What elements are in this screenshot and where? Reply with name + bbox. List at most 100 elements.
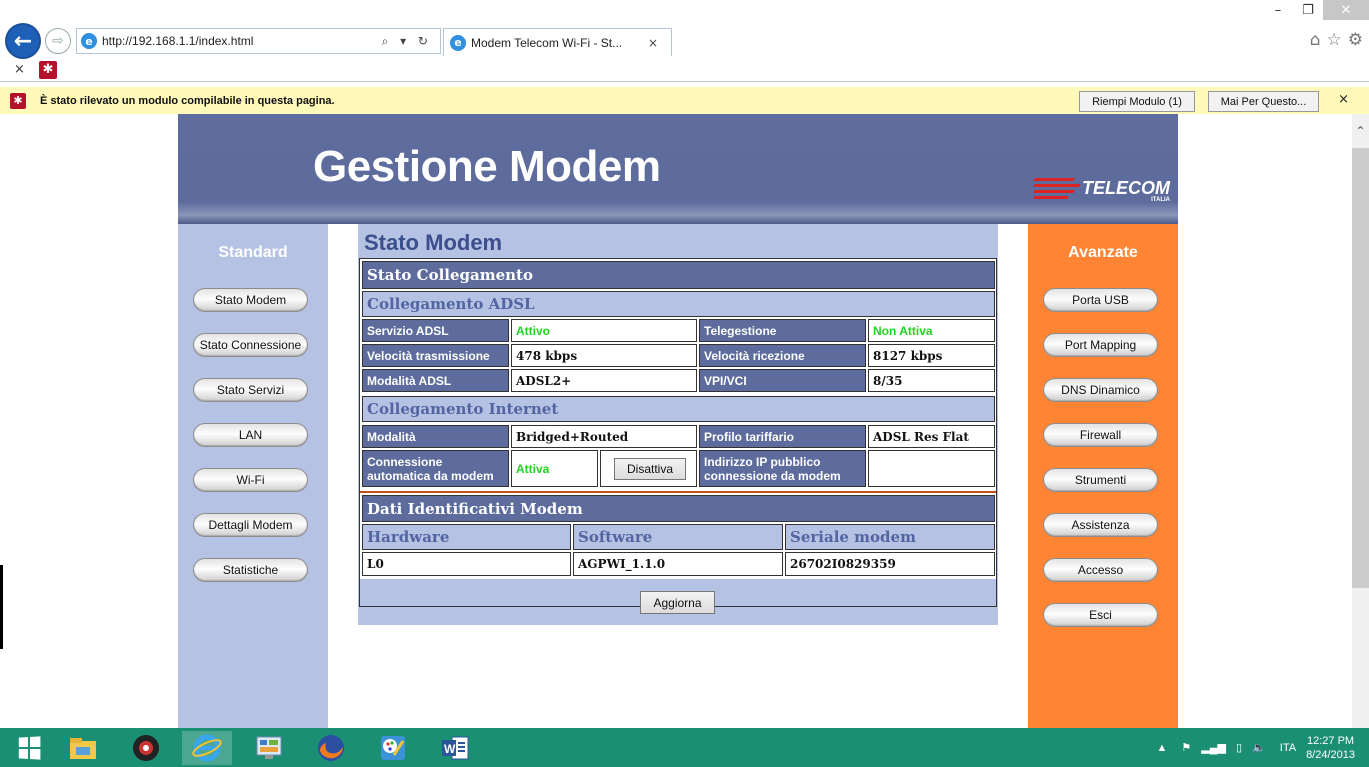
serial-value: 26702I0829359 xyxy=(785,552,995,576)
taskbar-paint[interactable] xyxy=(368,731,418,765)
download-speed-value: 8127 kbps xyxy=(868,344,995,367)
browser-right-icons: ⌂ ☆ ⚙ xyxy=(1310,30,1363,50)
hardware-value: L0 xyxy=(362,552,571,576)
minimize-button[interactable]: – xyxy=(1263,0,1293,20)
page-scrollbar[interactable]: ⌃ xyxy=(1352,114,1369,728)
clock-date: 8/24/2013 xyxy=(1306,748,1355,761)
status-box: Stato Collegamento Collegamento ADSL Ser… xyxy=(359,258,997,607)
start-button[interactable] xyxy=(4,731,54,765)
search-refresh-icons[interactable]: ⌕ ▾ ↻ xyxy=(382,34,432,49)
nav-stato-servizi[interactable]: Stato Servizi xyxy=(193,378,308,402)
refresh-button[interactable]: Aggiorna xyxy=(640,591,715,614)
nav-stato-modem[interactable]: Stato Modem xyxy=(193,288,308,312)
tariff-profile-value: ADSL Res Flat xyxy=(868,425,995,448)
nav-esci[interactable]: Esci xyxy=(1043,603,1158,627)
back-button[interactable]: ← xyxy=(5,23,41,59)
left-sidebar: Standard Stato Modem Stato Connessione S… xyxy=(178,224,328,728)
ident-section-header: Dati Identificativi Modem xyxy=(362,495,995,522)
nav-port-mapping[interactable]: Port Mapping xyxy=(1043,333,1158,357)
taskbar-internet-explorer[interactable] xyxy=(182,731,232,765)
tab-close-icon[interactable]: × xyxy=(635,36,671,50)
scrollbar-thumb[interactable] xyxy=(1352,148,1369,588)
public-ip-value xyxy=(868,450,995,487)
file-explorer-icon xyxy=(70,738,96,759)
address-bar[interactable]: e http://192.168.1.1/index.html ⌕ ▾ ↻ xyxy=(76,28,441,54)
nav-dettagli-modem[interactable]: Dettagli Modem xyxy=(193,513,308,537)
home-icon[interactable]: ⌂ xyxy=(1310,30,1321,50)
nav-strumenti[interactable]: Strumenti xyxy=(1043,468,1158,492)
disable-button[interactable]: Disattiva xyxy=(614,457,686,480)
internet-mode-value: Bridged+Routed xyxy=(511,425,697,448)
taskbar-control-panel[interactable] xyxy=(244,731,294,765)
volume-icon[interactable]: 🔈 xyxy=(1252,741,1266,754)
back-arrow-icon: ← xyxy=(13,28,33,54)
vpi-vci-label: VPI/VCI xyxy=(699,369,866,392)
logo-stripes xyxy=(1033,178,1081,199)
nav-porta-usb[interactable]: Porta USB xyxy=(1043,288,1158,312)
internet-section-header: Collegamento Internet xyxy=(362,396,995,422)
network-signal-icon[interactable]: ▂▄▆ xyxy=(1201,741,1226,754)
close-window-button[interactable]: ✕ xyxy=(1323,0,1369,20)
dark-app-icon xyxy=(133,735,159,761)
disable-button-cell: Disattiva xyxy=(600,450,697,487)
nav-assistenza[interactable]: Assistenza xyxy=(1043,513,1158,537)
nav-firewall[interactable]: Firewall xyxy=(1043,423,1158,447)
adsl-mode-value: ADSL2+ xyxy=(511,369,697,392)
settings-gear-icon[interactable]: ⚙ xyxy=(1348,30,1363,50)
nav-accesso[interactable]: Accesso xyxy=(1043,558,1158,582)
nav-dns-dinamico[interactable]: DNS Dinamico xyxy=(1043,378,1158,402)
adsl-mode-label: Modalità ADSL xyxy=(362,369,509,392)
right-sidebar: Avanzate Porta USB Port Mapping DNS Dina… xyxy=(1028,224,1178,728)
upload-speed-value: 478 kbps xyxy=(511,344,697,367)
restore-button[interactable]: ❐ xyxy=(1293,0,1323,20)
taskbar: W ▲ ⚑ ▂▄▆ ▯ 🔈 ITA 12:27 PM 8/24/2013 xyxy=(0,728,1369,767)
windows-logo-icon xyxy=(18,736,41,760)
ie-page-icon: e xyxy=(81,33,97,49)
logo-sub: ITALIA xyxy=(1151,197,1170,203)
flag-icon[interactable]: ⚑ xyxy=(1181,741,1191,754)
lastpass-icon[interactable]: ✱ xyxy=(38,60,57,79)
remote-mgmt-label: Telegestione xyxy=(699,319,866,342)
fill-form-button[interactable]: Riempi Modulo (1) xyxy=(1079,91,1195,112)
download-speed-label: Velocità ricezione xyxy=(699,344,866,367)
main-content: Stato Modem Stato Collegamento Collegame… xyxy=(358,224,998,625)
vpi-vci-value: 8/35 xyxy=(868,369,995,392)
language-indicator[interactable]: ITA xyxy=(1280,742,1296,754)
adsl-section-header: Collegamento ADSL xyxy=(362,291,995,317)
serial-column-header: Seriale modem xyxy=(785,524,995,550)
forward-button[interactable]: ⇨ xyxy=(45,28,71,54)
remote-mgmt-value: Non Attiva xyxy=(868,319,995,342)
web-page: Gestione Modem TELECOM ITALIA Standard S… xyxy=(0,114,1352,728)
left-sidebar-title: Standard xyxy=(218,244,288,261)
favorites-star-icon[interactable]: ☆ xyxy=(1327,30,1342,50)
never-for-this-button[interactable]: Mai Per Questo... xyxy=(1208,91,1319,112)
page-header: Gestione Modem TELECOM ITALIA xyxy=(178,114,1178,224)
toolbar-close-icon[interactable]: × xyxy=(14,62,25,77)
page-header-title: Gestione Modem xyxy=(313,142,661,191)
browser-tab[interactable]: e Modem Telecom Wi-Fi - St... × xyxy=(443,28,672,56)
nav-lan[interactable]: LAN xyxy=(193,423,308,447)
taskbar-word[interactable]: W xyxy=(430,731,480,765)
logo-word: TELECOM xyxy=(1082,178,1170,198)
tariff-profile-label: Profilo tariffario xyxy=(699,425,866,448)
svg-text:W: W xyxy=(444,742,456,756)
lastpass-notify-icon: ✱ xyxy=(10,92,26,109)
show-hidden-icons[interactable]: ▲ xyxy=(1157,742,1168,754)
software-column-header: Software xyxy=(573,524,783,550)
power-icon[interactable]: ▯ xyxy=(1236,741,1242,754)
nav-wifi[interactable]: Wi-Fi xyxy=(193,468,308,492)
control-panel-icon xyxy=(256,736,282,759)
ie-tab-icon: e xyxy=(450,34,466,51)
scroll-up-icon[interactable]: ⌃ xyxy=(1352,114,1369,148)
nav-statistiche[interactable]: Statistiche xyxy=(193,558,308,582)
url-text[interactable]: http://192.168.1.1/index.html xyxy=(102,34,382,48)
page-title: Stato Modem xyxy=(364,230,503,255)
taskbar-firefox[interactable] xyxy=(306,731,356,765)
clock[interactable]: 12:27 PM 8/24/2013 xyxy=(1306,734,1355,762)
form-fill-notification: ✱ È stato rilevato un modulo compilabile… xyxy=(0,87,1369,114)
nav-stato-connessione[interactable]: Stato Connessione xyxy=(193,333,308,357)
window-controls: – ❐ ✕ xyxy=(1263,0,1369,22)
taskbar-explorer[interactable] xyxy=(58,731,108,765)
taskbar-app-dark[interactable] xyxy=(121,731,171,765)
notification-close-icon[interactable]: × xyxy=(1338,92,1349,107)
